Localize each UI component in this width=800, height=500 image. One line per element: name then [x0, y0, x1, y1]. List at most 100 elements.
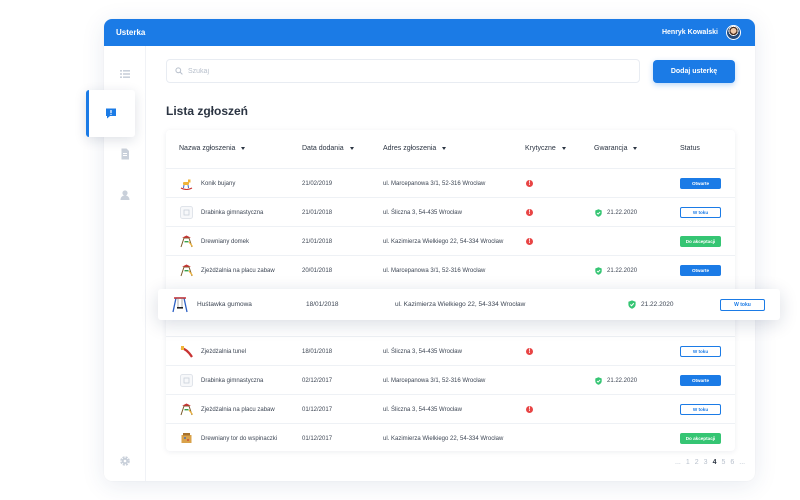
- user-icon[interactable]: [119, 189, 131, 201]
- critical-icon: !: [526, 180, 533, 187]
- placeholder-thumbnail: [180, 206, 193, 219]
- column-date-header[interactable]: Data dodania: [302, 145, 354, 152]
- row-status: W toku: [680, 198, 721, 227]
- highlighted-table-row[interactable]: Huśtawka gumowa 18/01/2018 ul. Kazimierz…: [158, 289, 780, 320]
- row-warranty: 21.22.2020: [595, 198, 637, 227]
- warranty-date: 21.22.2020: [607, 377, 638, 384]
- row-date: 20/01/2018: [302, 267, 333, 274]
- column-name-header[interactable]: Nazwa zgłoszenia: [179, 145, 246, 152]
- row-name: Huśtawka gumowa: [197, 301, 252, 308]
- avatar[interactable]: [726, 25, 741, 40]
- sort-caret-icon: [561, 147, 566, 150]
- row-name: Drewniany tor do wspinaczki: [201, 435, 278, 442]
- column-label: Gwarancja: [594, 145, 628, 152]
- status-badge[interactable]: Do akceptacji: [680, 236, 721, 247]
- page-link[interactable]: ...: [739, 459, 745, 466]
- search-input[interactable]: [188, 67, 608, 75]
- status-badge[interactable]: W toku: [680, 404, 721, 415]
- row-address: ul. Kazimierza Wielkiego 22, 54-334 Wroc…: [383, 435, 504, 442]
- status-badge[interactable]: W toku: [680, 207, 721, 218]
- column-status-header[interactable]: Status: [680, 145, 700, 152]
- row-critical: !: [526, 169, 533, 198]
- status-badge[interactable]: Otwarte: [680, 178, 721, 189]
- sort-caret-icon: [442, 147, 447, 150]
- row-status: W toku: [720, 289, 765, 320]
- status-badge[interactable]: W toku: [680, 346, 721, 357]
- row-name: Zjeżdżalnia na placu zabaw: [201, 267, 275, 274]
- page-link[interactable]: 5: [721, 459, 725, 466]
- report-icon: [106, 108, 116, 119]
- row-date: 21/02/2019: [302, 180, 333, 187]
- active-indicator: [86, 90, 89, 137]
- row-critical: !: [526, 198, 533, 227]
- table-row[interactable]: Zjeżdżalnia na placu zabaw 20/01/2018 ul. …: [166, 255, 735, 284]
- row-name: Drewniany domek: [201, 238, 250, 245]
- user-name[interactable]: Henryk Kowalski: [662, 29, 718, 36]
- gear-icon[interactable]: [119, 455, 131, 467]
- table-header: Nazwa zgłoszenia Data dodania Adres zgło…: [166, 130, 735, 168]
- row-status: W toku: [680, 395, 721, 424]
- column-label: Nazwa zgłoszenia: [179, 145, 236, 152]
- page-link[interactable]: 2: [695, 459, 699, 466]
- app-window: Usterka Henryk Kowalski Dodaj usterkę Li…: [104, 19, 755, 481]
- table-row[interactable]: Zjeżdżalnia na placu zabaw 01/12/2017 ul. …: [166, 394, 735, 423]
- add-issue-button[interactable]: Dodaj usterkę: [653, 60, 735, 83]
- top-bar: Usterka Henryk Kowalski: [104, 19, 755, 46]
- row-name: Drabinka gimnastyczna: [201, 377, 264, 384]
- status-badge[interactable]: Otwarte: [680, 265, 721, 276]
- row-address: ul. Kazimierza Wielkiego 22, 54-334 Wroc…: [383, 238, 504, 245]
- sort-caret-icon: [349, 147, 354, 150]
- row-warranty: 21.22.2020: [595, 366, 637, 395]
- status-badge[interactable]: Do akceptacji: [680, 433, 721, 444]
- column-label: Status: [680, 145, 700, 152]
- app-title[interactable]: Usterka: [116, 28, 145, 37]
- critical-icon: !: [526, 348, 533, 355]
- page-link[interactable]: ...: [675, 459, 681, 466]
- row-status: Otwarte: [680, 366, 721, 395]
- user-menu[interactable]: Henryk Kowalski: [662, 25, 741, 40]
- status-badge[interactable]: Otwarte: [680, 375, 721, 386]
- pagination: ... 1 2 3 4 5 6...: [675, 459, 745, 466]
- playground-thumbnail: [180, 235, 193, 248]
- row-warranty: 21.22.2020: [628, 289, 674, 320]
- page-link[interactable]: 3: [704, 459, 708, 466]
- shield-check-icon: [595, 266, 602, 275]
- table-row[interactable]: Drewniany domek 21/01/2018 ul. Kazimierza …: [166, 226, 735, 255]
- table-row[interactable]: Drabinka gimnastyczna 21/01/2018 ul. Ślicz…: [166, 197, 735, 226]
- document-icon[interactable]: [119, 148, 131, 160]
- status-badge[interactable]: W toku: [720, 298, 765, 311]
- row-address: ul. Śliczna 3, 54-435 Wrocław: [383, 406, 462, 413]
- row-name: Zjeżdżalnia tunel: [201, 348, 247, 355]
- row-address: ul. Śliczna 3, 54-435 Wrocław: [383, 209, 462, 216]
- table-row[interactable]: Drabinka gimnastyczna 02/12/2017 ul. Marce…: [166, 365, 735, 394]
- slide-thumbnail: [180, 345, 193, 358]
- row-warranty: 21.22.2020: [595, 256, 637, 285]
- row-critical: !: [526, 395, 533, 424]
- rocking-horse-thumbnail: [180, 177, 193, 191]
- page-link[interactable]: 1: [686, 459, 690, 466]
- row-date: 21/01/2018: [302, 238, 333, 245]
- table-row[interactable]: Drewniany tor do wspinaczki 01/12/2017 ul.…: [166, 423, 735, 452]
- table-row[interactable]: Konik bujany 21/02/2019 ul. Marcepanowa 3/…: [166, 168, 735, 197]
- page-link[interactable]: 4: [713, 459, 717, 466]
- column-critical-header[interactable]: Krytyczne: [525, 145, 566, 152]
- column-address-header[interactable]: Adres zgłoszenia: [383, 145, 447, 152]
- sort-caret-icon: [241, 147, 246, 150]
- sidebar-item-reports[interactable]: [86, 90, 135, 137]
- search-bar[interactable]: [166, 59, 640, 83]
- row-address: ul. Marcepanowa 3/1, 52-316 Wrocław: [383, 377, 486, 384]
- page-link[interactable]: 6: [730, 459, 734, 466]
- column-warranty-header[interactable]: Gwarancja: [594, 145, 638, 152]
- table-row[interactable]: Zjeżdżalnia tunel 18/01/2018 ul. Śliczna 3…: [166, 336, 735, 365]
- list-icon[interactable]: [119, 68, 131, 80]
- climbing-thumbnail: [180, 432, 193, 445]
- critical-icon: !: [526, 238, 533, 245]
- warranty-date: 21.22.2020: [607, 209, 638, 216]
- warranty-date: 21.22.2020: [607, 267, 638, 274]
- column-label: Adres zgłoszenia: [383, 145, 437, 152]
- column-label: Krytyczne: [525, 145, 556, 152]
- search-icon: [175, 67, 183, 75]
- row-status: Do akceptacji: [680, 424, 721, 453]
- placeholder-thumbnail: [180, 374, 193, 387]
- critical-icon: !: [526, 406, 533, 413]
